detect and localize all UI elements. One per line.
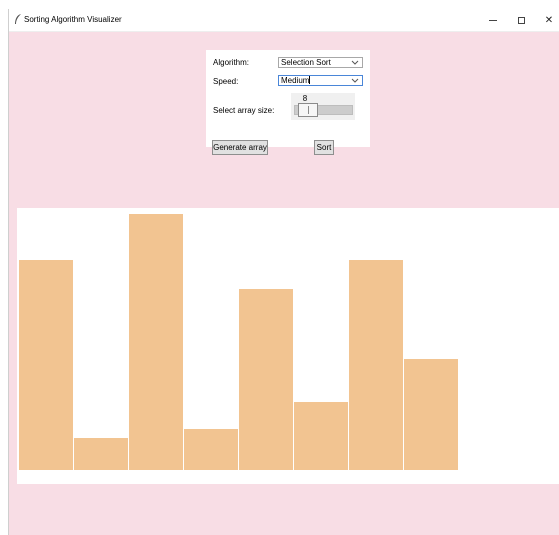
window-title: Sorting Algorithm Visualizer <box>24 15 122 24</box>
chevron-down-icon <box>351 78 359 83</box>
array-bar <box>349 260 404 470</box>
array-size-value: 8 <box>302 94 308 103</box>
array-size-label: Select array size: <box>213 106 275 115</box>
sort-button[interactable]: Sort <box>314 140 334 155</box>
slider-thumb[interactable] <box>297 103 318 117</box>
array-bar <box>129 214 184 470</box>
minimize-icon <box>489 20 497 21</box>
maximize-icon <box>517 16 525 24</box>
array-bar <box>294 402 349 470</box>
array-bar <box>19 260 74 470</box>
array-bar <box>239 289 294 470</box>
generate-array-button[interactable]: Generate array <box>212 140 268 155</box>
close-icon: ✕ <box>544 14 554 26</box>
app-window: Sorting Algorithm Visualizer ✕ Algorithm… <box>8 9 559 535</box>
chevron-down-icon <box>351 60 359 65</box>
array-canvas <box>17 208 559 484</box>
minimize-button[interactable] <box>478 9 508 31</box>
maximize-button[interactable] <box>506 9 536 31</box>
controls-panel: Algorithm: Selection Sort Speed: Medium … <box>206 50 370 155</box>
algorithm-select[interactable]: Selection Sort <box>278 57 363 68</box>
array-bar <box>184 429 239 470</box>
slider-grip-icon <box>307 106 309 114</box>
algorithm-label: Algorithm: <box>213 58 250 67</box>
array-bar <box>74 438 129 470</box>
array-size-slider[interactable]: 8 <box>291 93 355 120</box>
title-bar[interactable]: Sorting Algorithm Visualizer ✕ <box>9 9 559 32</box>
algorithm-select-value: Selection Sort <box>281 58 331 67</box>
feather-icon <box>15 14 21 24</box>
speed-select[interactable]: Medium <box>278 75 363 86</box>
close-button[interactable]: ✕ <box>534 9 559 31</box>
speed-label: Speed: <box>213 77 239 86</box>
text-caret <box>309 76 311 84</box>
speed-select-value: Medium <box>281 76 310 85</box>
array-bar <box>404 359 459 470</box>
